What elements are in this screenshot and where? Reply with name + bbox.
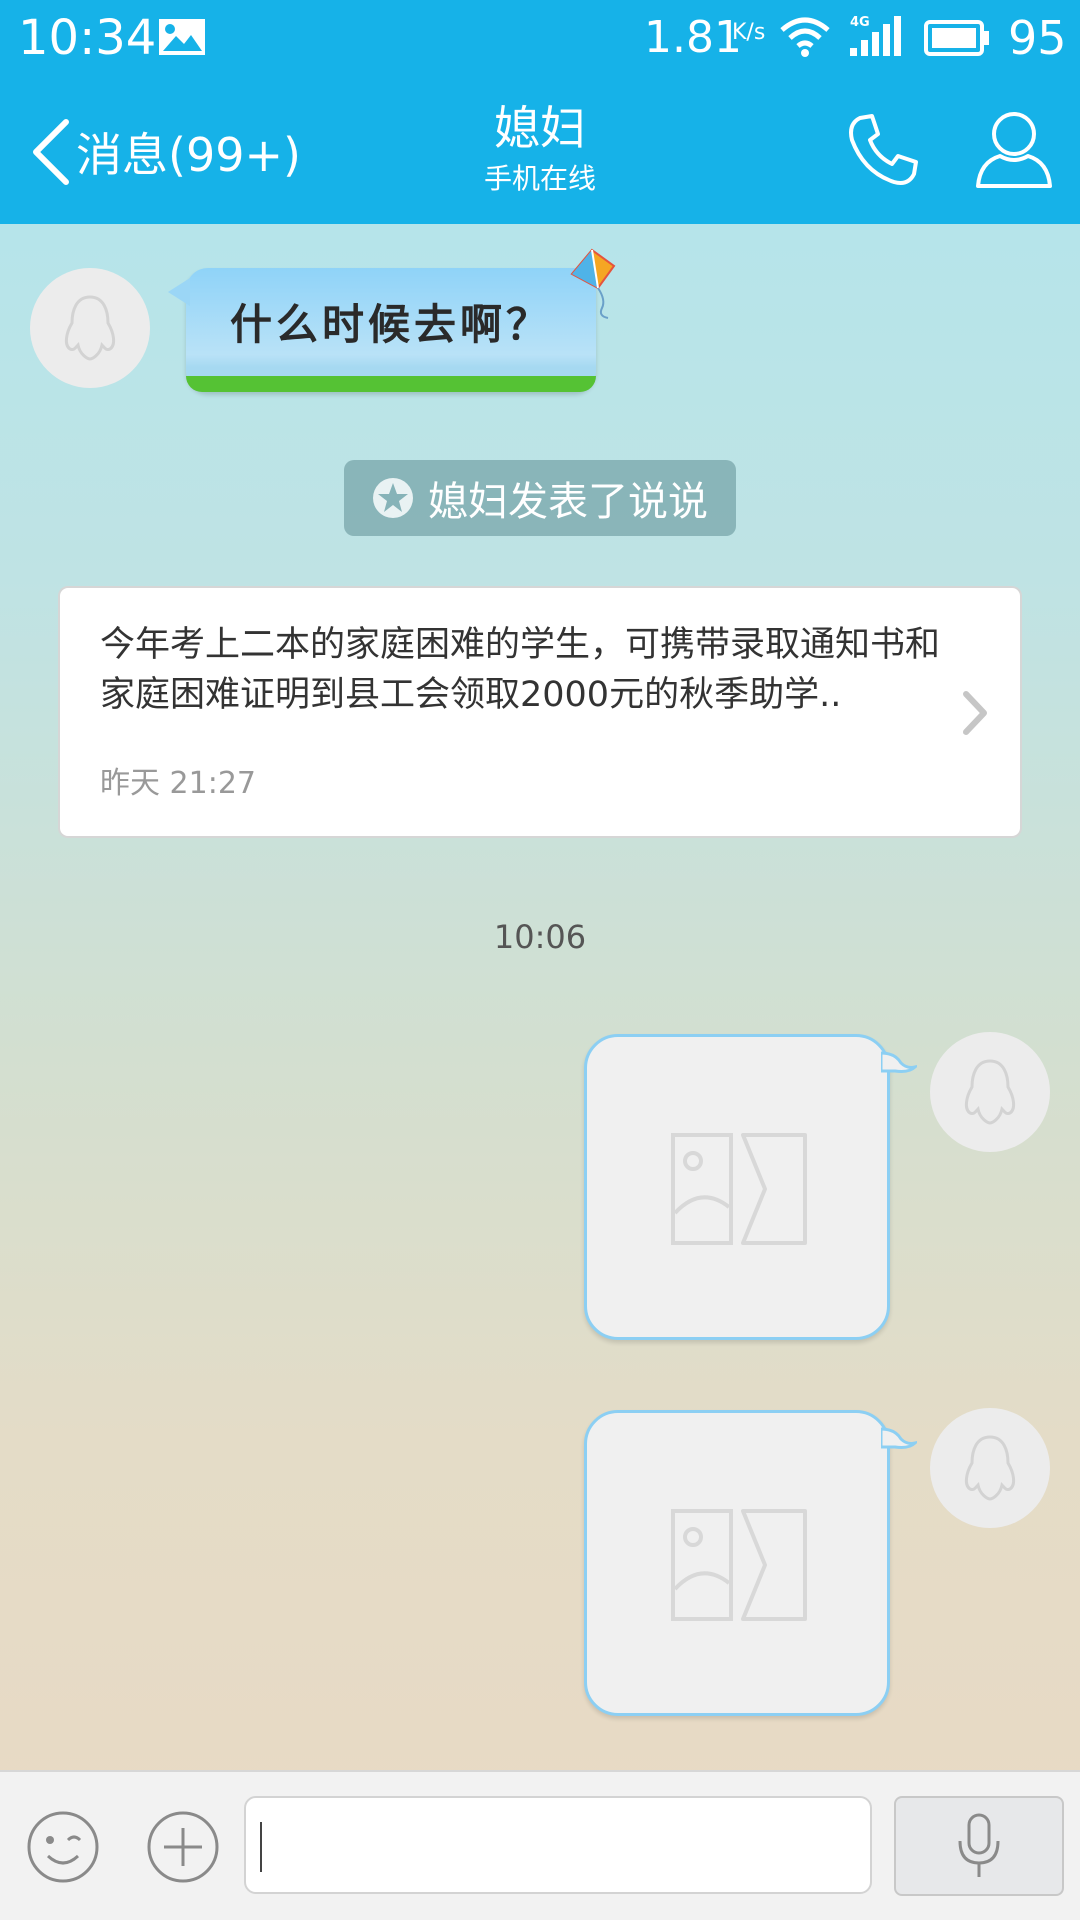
phone-call-icon[interactable] — [842, 110, 922, 190]
status-post-card[interactable]: 今年考上二本的家庭困难的学生，可携带录取通知书和家庭困难证明到县工会领取2000… — [58, 586, 1022, 838]
status-bar: 10:34 1.81 K/s 4G 95 — [0, 0, 1080, 76]
star-icon — [373, 478, 413, 518]
kite-icon — [570, 248, 616, 319]
post-text: 今年考上二本的家庭困难的学生，可携带录取通知书和家庭困难证明到县工会领取2000… — [100, 625, 941, 715]
bubble-tail — [881, 1427, 917, 1449]
message-text: 什么时候去啊？ — [230, 300, 553, 349]
emoji-icon[interactable] — [26, 1810, 100, 1884]
post-time: 昨天 21:27 — [100, 766, 256, 801]
wifi-icon — [780, 17, 830, 57]
battery-icon — [924, 20, 989, 56]
microphone-icon — [958, 1813, 1000, 1877]
image-notification-icon — [159, 19, 205, 55]
penguin-placeholder-icon — [964, 1059, 1016, 1125]
contact-avatar[interactable] — [30, 268, 150, 388]
penguin-placeholder-icon — [64, 295, 116, 361]
message-input[interactable] — [244, 1796, 872, 1894]
bubble-tail — [168, 278, 190, 306]
battery-level: 95 — [1008, 11, 1067, 65]
text-caret — [260, 1822, 262, 1872]
contact-profile-icon[interactable] — [974, 108, 1054, 190]
message-input-bar — [0, 1770, 1080, 1920]
network-speed-unit: K/s — [732, 20, 766, 45]
svg-text:4G: 4G — [850, 15, 870, 30]
chat-header: 消息(99+) 媳妇 手机在线 — [0, 76, 1080, 224]
chat-screen: 10:34 1.81 K/s 4G 95 消息(99+) 媳妇 手机在线 什么时… — [0, 0, 1080, 1920]
penguin-placeholder-icon — [964, 1435, 1016, 1501]
voice-button[interactable] — [894, 1796, 1064, 1896]
plus-icon[interactable] — [146, 1810, 220, 1884]
chevron-right-icon — [963, 691, 987, 735]
network-speed: 1.81 — [644, 12, 742, 63]
my-avatar[interactable] — [930, 1408, 1050, 1528]
bubble-tail — [881, 1051, 917, 1073]
bubble-grass-decoration — [186, 376, 596, 392]
cellular-signal-icon: 4G — [850, 15, 901, 56]
outgoing-image-bubble[interactable] — [584, 1410, 917, 1716]
message-timestamp: 10:06 — [493, 918, 587, 956]
incoming-message-bubble[interactable]: 什么时候去啊？ — [168, 248, 616, 392]
outgoing-image-bubble[interactable] — [584, 1034, 917, 1340]
image-placeholder-icon — [671, 1133, 807, 1245]
status-time: 10:34 — [18, 10, 157, 66]
image-placeholder-icon — [671, 1509, 807, 1621]
notice-label: 媳妇发表了说说 — [428, 479, 708, 525]
status-post-notice[interactable]: 媳妇发表了说说 — [344, 460, 736, 536]
my-avatar[interactable] — [930, 1032, 1050, 1152]
